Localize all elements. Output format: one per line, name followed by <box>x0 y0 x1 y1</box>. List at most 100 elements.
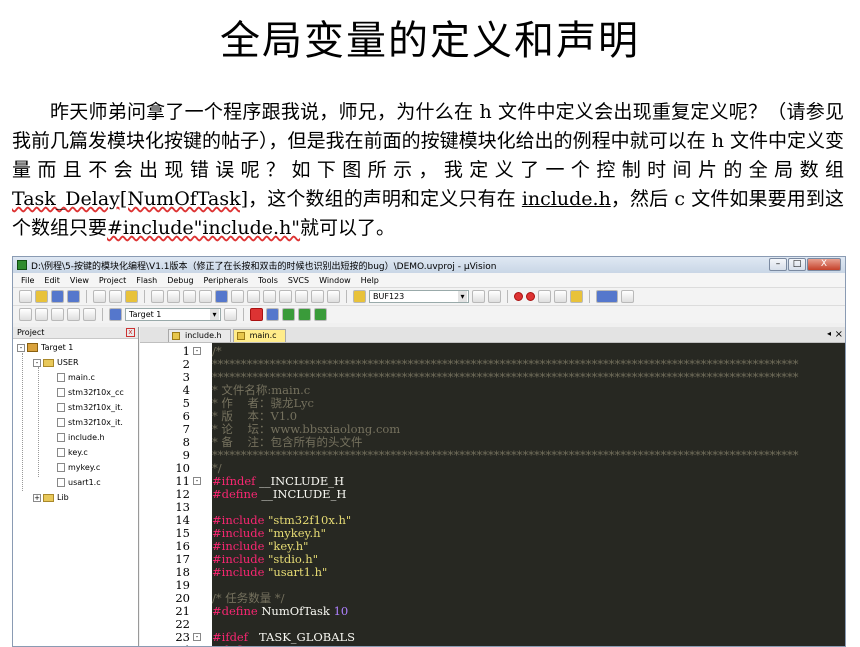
menu-project[interactable]: Project <box>99 276 126 285</box>
menu-edit[interactable]: Edit <box>44 276 60 285</box>
menu-debug[interactable]: Debug <box>167 276 193 285</box>
code-token: #define <box>212 487 262 501</box>
collapse-icon[interactable]: - <box>17 343 25 352</box>
debug-icon[interactable] <box>514 292 523 301</box>
paragraph-text-2: ，这个数组的声明和定义只有在 <box>248 188 522 210</box>
tree-item[interactable]: usart1.c <box>57 476 101 489</box>
redo-icon[interactable] <box>167 290 180 303</box>
close-tab-icon[interactable]: × <box>835 329 843 340</box>
tree-item[interactable]: stm32f10x_it. <box>57 416 123 429</box>
tree-item[interactable]: mykey.c <box>57 461 100 474</box>
config-icon[interactable] <box>570 290 583 303</box>
window-layout-icon[interactable] <box>596 290 618 303</box>
file-extensions-icon[interactable] <box>266 308 279 321</box>
translate-icon[interactable] <box>19 308 32 321</box>
paste-icon[interactable] <box>125 290 138 303</box>
disable-breakpoint-icon[interactable] <box>538 290 551 303</box>
tree-item[interactable]: + Lib <box>33 491 69 504</box>
find-icon[interactable] <box>472 290 485 303</box>
fold-icon[interactable]: - <box>193 633 201 641</box>
tree-item-label: stm32f10x_it. <box>68 418 123 427</box>
download-icon[interactable] <box>109 308 122 321</box>
tree-item-label: mykey.c <box>68 463 101 472</box>
menu-file[interactable]: File <box>21 276 34 285</box>
save-all-icon[interactable] <box>67 290 80 303</box>
tree-item[interactable]: main.c <box>57 371 95 384</box>
editor-tabs: include.h main.c ◂ × <box>140 327 845 343</box>
close-panel-icon[interactable]: x <box>126 328 135 337</box>
code-token: ****************************************… <box>212 370 799 384</box>
toolbar-divider <box>102 308 103 321</box>
tree-item[interactable]: key.c <box>57 446 88 459</box>
tree-guide-line <box>22 353 23 491</box>
unindent-icon[interactable] <box>295 290 308 303</box>
tree-item[interactable]: stm32f10x_cc <box>57 386 124 399</box>
tab-main-c[interactable]: main.c <box>232 329 286 342</box>
tree-item-label: Lib <box>57 493 69 502</box>
target-options-icon[interactable] <box>224 308 237 321</box>
code-token: ****************************************… <box>212 448 799 462</box>
menu-view[interactable]: View <box>70 276 89 285</box>
uncomment-icon[interactable] <box>327 290 340 303</box>
maximize-button[interactable]: □ <box>788 258 806 271</box>
tree-item[interactable]: - Target 1 <box>17 341 73 354</box>
tab-scroll-icon[interactable]: ◂ <box>827 329 831 338</box>
collapse-icon[interactable]: - <box>33 358 41 367</box>
tree-item[interactable]: include.h <box>57 431 105 444</box>
incremental-find-icon[interactable] <box>488 290 501 303</box>
open-folder-icon[interactable] <box>35 290 48 303</box>
find-combo[interactable]: BUF123 <box>369 290 469 303</box>
indent-icon[interactable] <box>279 290 292 303</box>
array-name: Task_Delay[NumOfTask] <box>12 188 249 210</box>
new-file-icon[interactable] <box>19 290 32 303</box>
menu-svcs[interactable]: SVCS <box>288 276 309 285</box>
code-editor[interactable]: /* **************************************… <box>212 343 845 647</box>
code-area[interactable]: 1-2 3 4 5 6 7 8 9 10 11-12 13 14 15 16 17 18 19 20 21 22 23-… <box>140 343 845 647</box>
cut-icon[interactable] <box>93 290 106 303</box>
rebuild-icon[interactable] <box>51 308 64 321</box>
tree-item[interactable]: - USER <box>33 356 79 369</box>
code-token: NumOfTask <box>261 604 334 618</box>
manage-components-icon[interactable] <box>250 308 263 321</box>
menu-help[interactable]: Help <box>361 276 379 285</box>
stop-build-icon[interactable] <box>83 308 96 321</box>
minimize-button[interactable]: – <box>769 258 787 271</box>
undo-icon[interactable] <box>151 290 164 303</box>
code-token: #include <box>212 513 269 527</box>
copy-icon[interactable] <box>109 290 122 303</box>
find-in-files-icon[interactable] <box>353 290 366 303</box>
breakpoint-icon[interactable] <box>526 292 535 301</box>
batch-build-icon[interactable] <box>67 308 80 321</box>
run-time-env-icon[interactable] <box>298 308 311 321</box>
navigate-back-icon[interactable] <box>183 290 196 303</box>
code-token: TASK_EXT <box>265 643 327 647</box>
target-combo[interactable]: Target 1 <box>125 308 221 321</box>
expand-icon[interactable]: + <box>33 493 41 502</box>
menu-peripherals[interactable]: Peripherals <box>204 276 249 285</box>
fold-icon[interactable]: - <box>193 347 201 355</box>
tree-item[interactable]: stm32f10x_it. <box>57 401 123 414</box>
menu-tools[interactable]: Tools <box>258 276 278 285</box>
tree-item-label: key.c <box>68 448 88 457</box>
build-icon[interactable] <box>35 308 48 321</box>
pack-installer-icon[interactable] <box>314 308 327 321</box>
fold-icon[interactable]: - <box>193 477 201 485</box>
bookmark-icon[interactable] <box>215 290 228 303</box>
close-button[interactable]: X <box>807 258 841 271</box>
menu-window[interactable]: Window <box>319 276 351 285</box>
tree-item-label: main.c <box>68 373 95 382</box>
prev-bookmark-icon[interactable] <box>231 290 244 303</box>
ide-titlebar[interactable]: D:\例程\5-按键的模块化编程\V1.1版本（修正了在长按和双击的时候也识别出… <box>13 257 845 273</box>
select-packs-icon[interactable] <box>282 308 295 321</box>
menu-flash[interactable]: Flash <box>136 276 157 285</box>
next-bookmark-icon[interactable] <box>247 290 260 303</box>
clear-bookmarks-icon[interactable] <box>263 290 276 303</box>
comment-icon[interactable] <box>311 290 324 303</box>
body-paragraph: 昨天师弟问拿了一个程序跟我说，师兄，为什么在 h 文件中定义会出现重复定义呢？（… <box>12 98 844 243</box>
tools-wrench-icon[interactable] <box>621 290 634 303</box>
save-icon[interactable] <box>51 290 64 303</box>
tab-include-h[interactable]: include.h <box>168 329 231 342</box>
kill-breakpoints-icon[interactable] <box>554 290 567 303</box>
navigate-forward-icon[interactable] <box>199 290 212 303</box>
file-icon <box>236 332 245 340</box>
